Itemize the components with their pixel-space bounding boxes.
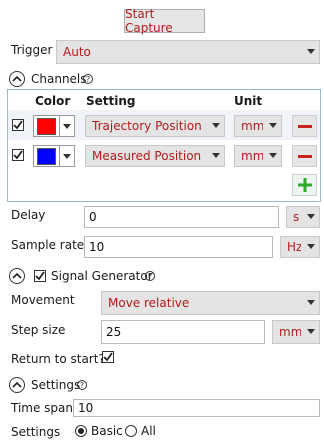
- chevron-down-icon: [269, 153, 277, 158]
- trigger-select[interactable]: Auto: [56, 40, 320, 64]
- channel-setting-value: Measured Position (enc): [92, 149, 206, 163]
- setting-column-header: Setting: [86, 94, 136, 108]
- channel-color-picker[interactable]: [33, 115, 75, 137]
- channel-setting-value: Trajectory Position (pos): [92, 119, 206, 133]
- trigger-label: Trigger: [11, 43, 53, 57]
- channel-unit-value: mm: [241, 119, 263, 133]
- channel-color-picker[interactable]: [33, 145, 75, 167]
- movement-select[interactable]: Move relative: [101, 291, 320, 315]
- remove-icon: [297, 154, 312, 158]
- channels-collapse-button[interactable]: [9, 71, 25, 87]
- chevron-down-icon: [63, 153, 71, 159]
- chevron-down-icon: [307, 214, 315, 219]
- remove-channel-button[interactable]: [292, 145, 317, 167]
- sample-rate-input[interactable]: 10: [84, 236, 273, 258]
- delay-input[interactable]: 0: [84, 206, 279, 228]
- sample-rate-unit-select[interactable]: Hz: [280, 236, 320, 258]
- settings-collapse-button[interactable]: [9, 377, 25, 393]
- time-span-label: Time span: [11, 401, 74, 415]
- delay-label: Delay: [11, 208, 46, 222]
- help-icon[interactable]: ?: [145, 271, 155, 281]
- time-span-input[interactable]: 10: [73, 399, 320, 417]
- start-capture-button[interactable]: Start Capture: [124, 7, 205, 35]
- chevron-down-icon: [269, 123, 277, 128]
- remove-icon: [297, 124, 312, 128]
- return-to-start-label: Return to start?: [11, 352, 105, 366]
- settings-title: Settings: [31, 378, 81, 392]
- basic-radio-label[interactable]: Basic: [91, 424, 123, 438]
- channel-enabled-checkbox[interactable]: [12, 149, 24, 161]
- plus-icon: [297, 178, 312, 192]
- basic-radio[interactable]: [75, 425, 87, 437]
- signal-generator-collapse-button[interactable]: [9, 268, 25, 284]
- channels-title: Channels: [31, 72, 87, 86]
- channel-setting-select[interactable]: Trajectory Position (pos): [85, 115, 225, 137]
- chevron-down-icon: [307, 329, 315, 334]
- movement-value: Move relative: [108, 296, 190, 310]
- signal-generator-title: Signal Generator: [51, 269, 153, 283]
- delay-unit-value: s: [293, 210, 300, 224]
- settings-mode-label: Settings: [11, 425, 61, 439]
- color-swatch: [37, 117, 56, 135]
- chevron-down-icon: [63, 123, 71, 129]
- step-size-unit-select[interactable]: mm: [272, 320, 320, 344]
- unit-column-header: Unit: [234, 94, 263, 108]
- chevron-down-icon: [307, 244, 315, 249]
- channel-unit-select[interactable]: mm: [234, 115, 282, 137]
- signal-generator-checkbox[interactable]: [34, 270, 46, 282]
- return-to-start-checkbox[interactable]: [102, 351, 114, 363]
- channel-unit-select[interactable]: mm: [234, 145, 282, 167]
- movement-label: Movement: [11, 293, 75, 307]
- all-radio-label[interactable]: All: [141, 424, 156, 438]
- step-size-unit-value: mm: [279, 325, 301, 339]
- help-icon[interactable]: ?: [77, 380, 87, 390]
- chevron-down-icon: [307, 49, 315, 54]
- remove-channel-button[interactable]: [292, 115, 317, 137]
- delay-unit-select[interactable]: s: [286, 206, 320, 228]
- color-swatch: [37, 147, 56, 165]
- add-channel-button[interactable]: [292, 174, 317, 196]
- help-icon[interactable]: ?: [83, 74, 93, 84]
- channel-enabled-checkbox[interactable]: [12, 119, 24, 131]
- channel-unit-value: mm: [241, 149, 263, 163]
- step-size-label: Step size: [11, 323, 66, 337]
- channel-setting-select[interactable]: Measured Position (enc): [85, 145, 225, 167]
- chevron-down-icon: [212, 123, 220, 128]
- chevron-down-icon: [307, 300, 315, 305]
- sample-rate-unit-value: Hz: [287, 240, 301, 254]
- step-size-input[interactable]: 25: [101, 320, 265, 344]
- chevron-down-icon: [212, 153, 220, 158]
- color-column-header: Color: [35, 94, 71, 108]
- trigger-value: Auto: [63, 45, 91, 59]
- all-radio[interactable]: [125, 425, 137, 437]
- sample-rate-label: Sample rate: [11, 238, 85, 252]
